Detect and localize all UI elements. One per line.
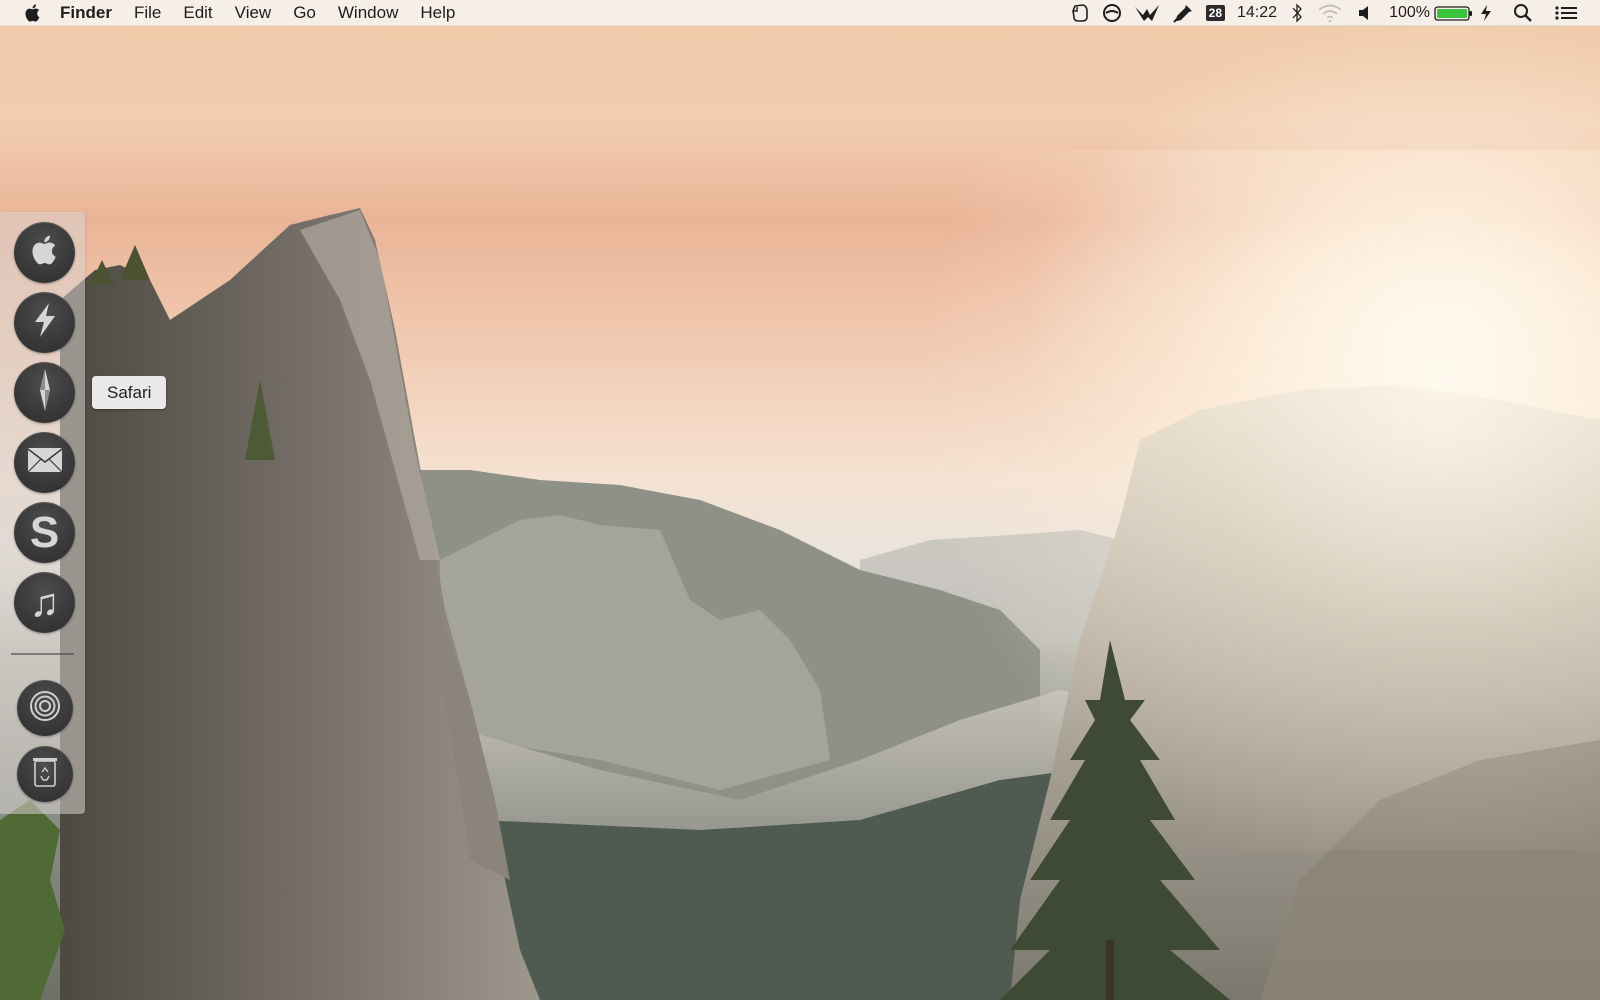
battery-icon[interactable]: [1434, 0, 1480, 26]
trash-icon: [32, 756, 58, 793]
dock-separator: [11, 653, 74, 655]
wifi-icon[interactable]: [1311, 0, 1349, 26]
apple-icon[interactable]: [24, 3, 42, 23]
menu-view[interactable]: View: [224, 0, 283, 26]
music-note-icon: ♫: [29, 580, 60, 625]
menu-edit[interactable]: Edit: [172, 0, 223, 26]
apple-icon: [30, 233, 60, 272]
crane-icon[interactable]: [1128, 0, 1166, 26]
dock-item-skype[interactable]: S: [14, 502, 75, 563]
dock-item-launchpad[interactable]: [14, 292, 75, 353]
menu-bar-left: Finder File Edit View Go Window Help: [0, 0, 466, 26]
search-icon[interactable]: [1498, 0, 1540, 26]
menu-window[interactable]: Window: [327, 0, 409, 26]
desktop[interactable]: Finder File Edit View Go Window Help 28: [0, 0, 1600, 1000]
evernote-icon[interactable]: [1064, 0, 1096, 26]
menu-help[interactable]: Help: [409, 0, 466, 26]
charging-bolt-icon: [1480, 0, 1498, 26]
compass-icon: [30, 367, 60, 418]
envelope-icon: [27, 447, 63, 478]
calendar-badge[interactable]: 28: [1200, 0, 1231, 26]
menu-app-name[interactable]: Finder: [42, 0, 123, 26]
menu-file[interactable]: File: [123, 0, 172, 26]
volume-icon[interactable]: [1349, 0, 1383, 26]
calendar-day: 28: [1205, 4, 1226, 21]
menu-bar: Finder File Edit View Go Window Help 28: [0, 0, 1600, 26]
dock-item-safari[interactable]: [14, 362, 75, 423]
dock-tooltip: Safari: [92, 376, 167, 409]
clock[interactable]: 14:22: [1231, 0, 1283, 26]
circle-slash-icon[interactable]: [1096, 0, 1128, 26]
s-letter-icon: S: [29, 507, 60, 557]
dock-item-itunes[interactable]: ♫: [14, 572, 75, 633]
dock-item-stack[interactable]: [17, 680, 73, 736]
lightning-icon: [30, 301, 60, 344]
dock-item-finder[interactable]: [14, 222, 75, 283]
menu-go[interactable]: Go: [282, 0, 327, 26]
dock-item-trash[interactable]: [17, 746, 73, 802]
battery-percent[interactable]: 100%: [1383, 0, 1434, 26]
dock-item-mail[interactable]: [14, 432, 75, 493]
list-icon[interactable]: [1540, 0, 1584, 26]
dropper-icon[interactable]: [1166, 0, 1200, 26]
dock: S ♫: [0, 212, 85, 814]
concentric-circles-icon: [29, 690, 61, 727]
bluetooth-icon[interactable]: [1283, 0, 1311, 26]
status-menus: 28 14:22 100%: [1064, 0, 1600, 26]
wallpaper: [0, 150, 1600, 1000]
